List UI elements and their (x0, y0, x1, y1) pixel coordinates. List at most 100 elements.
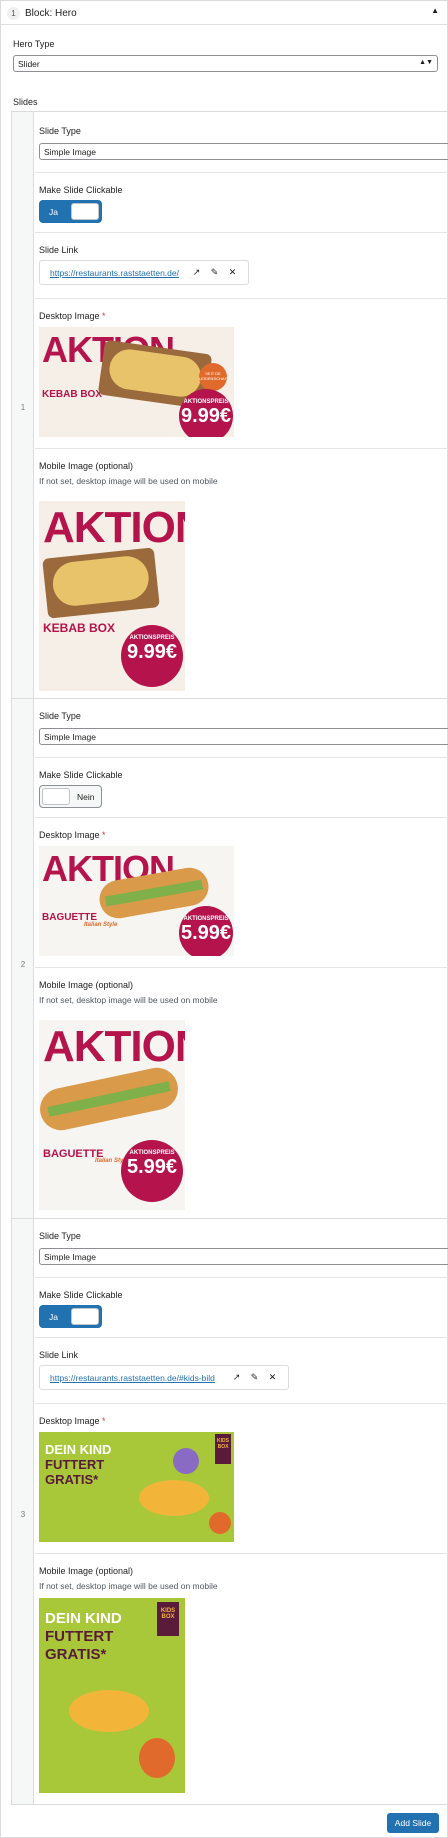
hero-type-value: Slider (18, 59, 40, 69)
divider (35, 1337, 448, 1338)
mobile-image[interactable]: DEIN KIND FUTTERT GRATIS* KIDS BOX (39, 1598, 185, 1793)
image-product: KEBAB BOX (43, 621, 116, 635)
divider (35, 172, 448, 173)
price-badge: AKTIONSPREIS 5.99€ (121, 1140, 183, 1202)
divider (35, 1277, 448, 1278)
external-link-icon[interactable]: ↗ (231, 1372, 242, 1383)
slide-number[interactable]: 3 (12, 1510, 34, 1519)
food-fill (106, 346, 204, 400)
food-fill (50, 554, 151, 608)
slide-link-label: Slide Link (39, 245, 79, 255)
toggle-state: Ja (49, 207, 58, 217)
slide-number[interactable]: 2 (12, 960, 34, 969)
slide-type-value: Simple Image (44, 1252, 96, 1262)
required-mark: * (102, 830, 106, 840)
image-product-sub: Italian Style (84, 922, 118, 928)
mobile-image-hint: If not set, desktop image will be used o… (39, 476, 218, 486)
monster (173, 1448, 199, 1474)
external-link-icon[interactable]: ↗ (191, 267, 202, 278)
required-mark: * (102, 1416, 106, 1426)
image-headline: GRATIS* (45, 1472, 99, 1487)
caret-up-icon[interactable]: ▲ (431, 6, 439, 15)
block-header[interactable]: 1 Block: Hero ▲ (1, 1, 447, 25)
chevron-down-icon: ▲▼ (419, 59, 433, 66)
divider (35, 232, 448, 233)
baguette-filling (104, 879, 204, 907)
slides-repeater: 1 2 3 Slide Type Simple Image Make Slide… (11, 111, 448, 1805)
fries (69, 1690, 149, 1732)
desktop-image[interactable]: AKTION BAGUETTE Italian Style AKTIONSPRE… (39, 846, 234, 956)
slides-label: Slides (13, 97, 38, 107)
desktop-image-text: Desktop Image (39, 830, 100, 840)
sticker: SEIT DE LEIDENSCHAFT (199, 363, 229, 391)
slide-type-label: Slide Type (39, 1231, 81, 1241)
divider (35, 298, 448, 299)
baguette-filling (47, 1081, 171, 1117)
price-value: 9.99€ (126, 641, 178, 663)
close-icon[interactable]: ✕ (227, 267, 238, 278)
image-headline: FUTTERT (45, 1457, 105, 1472)
add-slide-button[interactable]: Add Slide (387, 1813, 439, 1833)
desktop-image-text: Desktop Image (39, 311, 100, 321)
toggle-state: Nein (77, 792, 95, 802)
make-clickable-label: Make Slide Clickable (39, 185, 123, 195)
hero-type-label: Hero Type (13, 39, 55, 49)
desktop-image-text: Desktop Image (39, 1416, 100, 1426)
clickable-toggle[interactable]: Ja (39, 200, 102, 223)
price-value: 9.99€ (180, 405, 232, 427)
mobile-image-hint: If not set, desktop image will be used o… (39, 1581, 218, 1591)
image-headline: FUTTERT (45, 1628, 114, 1645)
pencil-icon[interactable]: ✎ (209, 267, 220, 278)
price-value: 5.99€ (126, 1156, 178, 1178)
mobile-image-hint: If not set, desktop image will be used o… (39, 995, 218, 1005)
clickable-toggle[interactable]: Ja (39, 1305, 102, 1328)
slide-link-box: https://restaurants.raststaetten.de/#kid… (39, 1365, 289, 1390)
pencil-icon[interactable]: ✎ (249, 1372, 260, 1383)
image-headline: DEIN KIND (45, 1610, 122, 1627)
price-badge: AKTIONSPREIS 9.99€ (179, 389, 233, 437)
hero-type-select[interactable]: Slider ▲▼ (13, 55, 438, 72)
monster (209, 1512, 231, 1534)
toggle-state: Ja (49, 1312, 58, 1322)
slide-link-url[interactable]: https://restaurants.raststaetten.de/ (50, 268, 179, 278)
price-badge: AKTIONSPREIS 9.99€ (121, 625, 183, 687)
slide-separator (12, 1218, 448, 1219)
fries (139, 1480, 209, 1516)
slide-link-label: Slide Link (39, 1350, 79, 1360)
kids-box-badge: KIDS BOX (215, 1434, 231, 1464)
close-icon[interactable]: ✕ (267, 1372, 278, 1383)
mobile-image[interactable]: AKTION KEBAB BOX AKTIONSPREIS 9.99€ (39, 501, 185, 691)
slide-type-value: Simple Image (44, 732, 96, 742)
toggle-knob (71, 203, 99, 220)
slide-type-select[interactable]: Simple Image (39, 728, 448, 745)
desktop-image-label: Desktop Image * (39, 311, 106, 321)
divider (35, 817, 448, 818)
image-headline: GRATIS* (45, 1646, 107, 1663)
slide-link-box: https://restaurants.raststaetten.de/ ↗ ✎… (39, 260, 249, 285)
slide-type-value: Simple Image (44, 147, 96, 157)
image-headline: AKTION (43, 503, 185, 552)
toggle-knob (42, 788, 70, 805)
slide-link-url[interactable]: https://restaurants.raststaetten.de/#kid… (50, 1373, 215, 1383)
slide-type-select[interactable]: Simple Image (39, 143, 448, 160)
image-headline: AKTION (43, 1022, 185, 1071)
clickable-toggle[interactable]: Nein (39, 785, 102, 808)
block-number: 1 (7, 7, 20, 20)
divider (35, 448, 448, 449)
divider (35, 1553, 448, 1554)
mobile-image[interactable]: AKTION BAGUETTE Italian Style AKTIONSPRE… (39, 1020, 185, 1210)
mobile-image-label: Mobile Image (optional) (39, 980, 134, 990)
desktop-image[interactable]: AKTION KEBAB BOX SEIT DE LEIDENSCHAFT AK… (39, 327, 234, 437)
price-badge: AKTIONSPREIS 5.99€ (179, 906, 233, 956)
baguette (39, 1063, 182, 1135)
desktop-image-label: Desktop Image * (39, 1416, 106, 1426)
make-clickable-label: Make Slide Clickable (39, 770, 123, 780)
divider (35, 1403, 448, 1404)
slide-order-column: 1 2 3 (12, 112, 34, 1804)
desktop-image[interactable]: DEIN KIND FUTTERT GRATIS* KIDS BOX (39, 1432, 234, 1542)
divider (35, 967, 448, 968)
slide-type-select[interactable]: Simple Image (39, 1248, 448, 1265)
hero-block: 1 Block: Hero ▲ Hero Type Slider ▲▼ Slid… (0, 0, 448, 1838)
divider (35, 757, 448, 758)
slide-number[interactable]: 1 (12, 403, 34, 412)
